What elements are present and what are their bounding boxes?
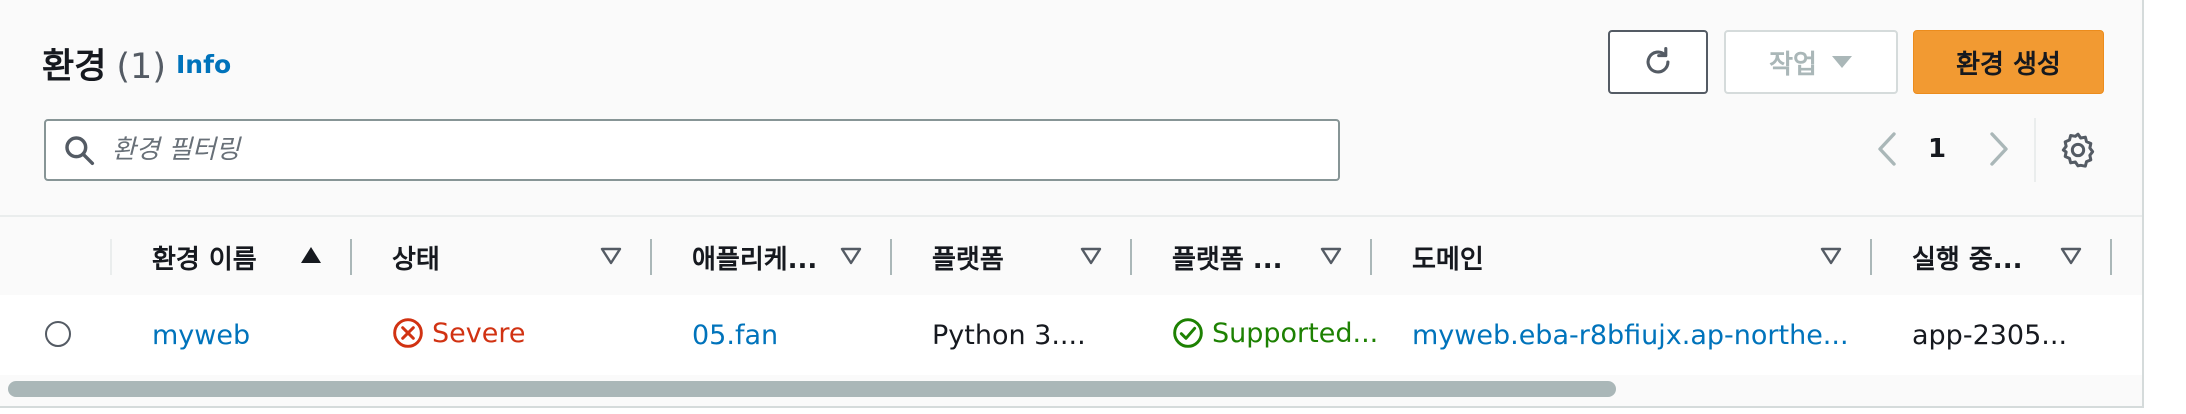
column-header-status[interactable]: 상태 xyxy=(392,239,440,276)
table-header: 환경 이름 상태 애플리케... 플랫폼 플랫폼 ... 도메인 실행 중... xyxy=(0,215,2142,297)
sort-ascending-icon[interactable] xyxy=(300,245,322,265)
gear-icon[interactable] xyxy=(2058,130,2098,170)
column-header-domain[interactable]: 도메인 xyxy=(1412,239,1484,276)
environment-name-link[interactable]: myweb xyxy=(152,320,250,351)
sort-toggle-icon[interactable] xyxy=(2060,247,2082,265)
actions-dropdown-button[interactable]: 작업 xyxy=(1724,30,1898,94)
column-divider[interactable] xyxy=(650,239,652,275)
refresh-icon xyxy=(1646,46,1670,74)
check-circle-icon xyxy=(1173,318,1203,348)
current-page[interactable]: 1 xyxy=(1928,134,1946,164)
info-link[interactable]: Info xyxy=(176,50,231,79)
chevron-left-icon[interactable] xyxy=(1872,128,1902,170)
column-divider[interactable] xyxy=(2110,239,2112,275)
caret-down-icon xyxy=(1831,56,1852,68)
column-header-running-version[interactable]: 실행 중... xyxy=(1912,239,2022,276)
column-header-application[interactable]: 애플리케... xyxy=(692,239,817,276)
column-divider[interactable] xyxy=(1870,239,1872,275)
row-select-radio[interactable] xyxy=(45,321,71,347)
platform-state-cell: Supported... xyxy=(1172,317,1378,349)
status-text: Severe xyxy=(432,317,526,349)
environments-panel: 환경(1) Info 작업 환경 생성 1 xyxy=(0,0,2144,408)
platform-cell: Python 3.... xyxy=(932,320,1086,351)
column-divider[interactable] xyxy=(1370,239,1372,275)
pager-divider xyxy=(2034,118,2036,182)
column-header-platform[interactable]: 플랫폼 xyxy=(932,239,1004,276)
search-icon xyxy=(60,131,98,169)
running-version-cell: app-2305... xyxy=(1912,320,2068,351)
column-divider[interactable] xyxy=(890,239,892,275)
create-environment-button[interactable]: 환경 생성 xyxy=(1913,30,2104,94)
title-text: 환경 xyxy=(42,47,107,87)
filter-search-box[interactable] xyxy=(44,119,1340,181)
error-circle-icon xyxy=(393,318,423,348)
scrollbar-thumb[interactable] xyxy=(8,381,1616,397)
application-link[interactable]: 05.fan xyxy=(692,320,778,351)
column-header-name[interactable]: 환경 이름 xyxy=(152,239,257,276)
status-cell: Severe xyxy=(392,317,525,349)
table-row[interactable]: myweb Severe 05.fan Python 3.... Support… xyxy=(0,295,2142,375)
domain-link[interactable]: myweb.eba-r8bfiujx.ap-northe... xyxy=(1412,320,1849,351)
column-divider[interactable] xyxy=(350,239,352,275)
chevron-right-icon[interactable] xyxy=(1984,128,2014,170)
column-divider[interactable] xyxy=(1130,239,1132,275)
column-header-platform-state[interactable]: 플랫폼 ... xyxy=(1172,239,1282,276)
column-divider xyxy=(110,239,112,275)
refresh-button[interactable] xyxy=(1608,30,1708,94)
page-background xyxy=(2144,0,2186,414)
title-count: (1) xyxy=(116,47,166,87)
search-input[interactable] xyxy=(110,134,1314,166)
sort-toggle-icon[interactable] xyxy=(840,247,862,265)
page-title: 환경 (1) xyxy=(42,38,166,89)
actions-label: 작업 xyxy=(1769,49,1817,80)
sort-toggle-icon[interactable] xyxy=(600,247,622,265)
sort-toggle-icon[interactable] xyxy=(1080,247,1102,265)
sort-toggle-icon[interactable] xyxy=(1320,247,1342,265)
sort-toggle-icon[interactable] xyxy=(1820,247,1842,265)
platform-state-text: Supported... xyxy=(1212,317,1379,349)
